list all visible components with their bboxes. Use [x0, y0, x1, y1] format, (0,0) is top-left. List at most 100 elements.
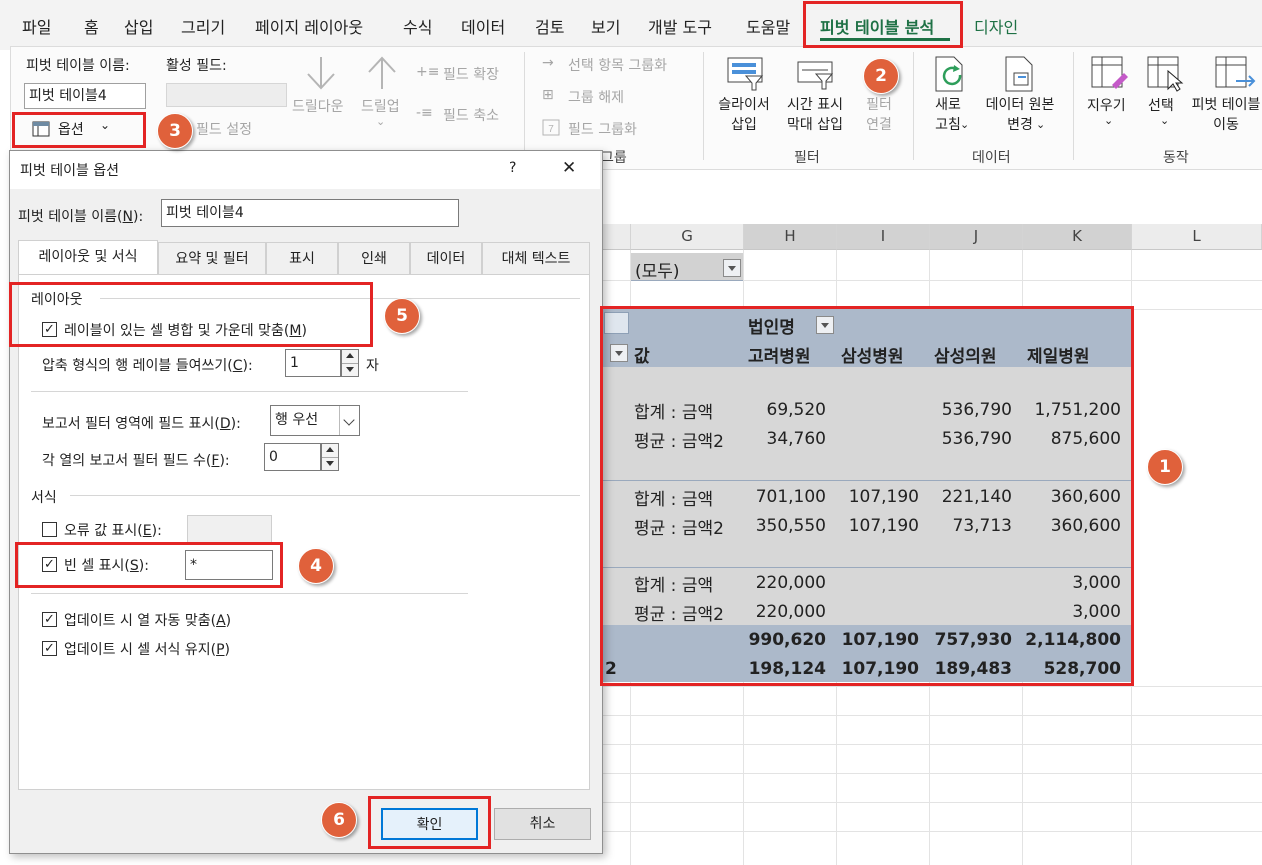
cell-value[interactable]: 34,760 — [744, 429, 826, 449]
cell-value[interactable]: 107,190 — [837, 487, 919, 507]
cell-value[interactable]: 528,700 — [1023, 659, 1121, 679]
drill-up-icon — [368, 56, 396, 89]
cell-value[interactable]: 189,483 — [930, 659, 1012, 679]
filter-connections-button[interactable]: 필터 연결 — [857, 95, 901, 135]
section-divider — [31, 593, 468, 594]
expand-field-button[interactable]: 필드 확장 — [443, 64, 499, 84]
group-field-button[interactable]: 필드 그룹화 — [568, 119, 637, 139]
cell-value[interactable]: 701,100 — [744, 487, 826, 507]
active-field-input[interactable] — [166, 83, 287, 107]
group-selection-button[interactable]: 선택 항목 그룹화 — [568, 55, 667, 75]
column-header-j[interactable]: J — [930, 224, 1023, 250]
close-icon[interactable]: ✕ — [562, 158, 576, 178]
cell-value[interactable]: 2,114,800 — [1023, 630, 1121, 650]
tab-page-layout[interactable]: 페이지 레이아웃 — [255, 14, 363, 38]
cancel-button[interactable]: 취소 — [494, 808, 591, 840]
cell-value[interactable]: 350,550 — [744, 516, 826, 536]
tab-formulas[interactable]: 수식 — [403, 14, 432, 38]
pivot-corner-cell[interactable] — [604, 312, 629, 334]
cell-value[interactable]: 536,790 — [930, 400, 1012, 420]
autofit-checkbox[interactable]: ✓ — [42, 612, 57, 627]
tab-draw[interactable]: 그리기 — [181, 14, 225, 38]
ok-button[interactable]: 확인 — [381, 808, 478, 840]
cell-value[interactable]: 73,713 — [930, 516, 1012, 536]
change-source-button[interactable]: 데이터 원본 변경 — [978, 95, 1062, 135]
options-button[interactable]: 옵션 ⌄ — [28, 116, 138, 142]
tab-developer[interactable]: 개발 도구 — [648, 14, 712, 38]
indent-spinner[interactable] — [341, 349, 359, 377]
cell-value[interactable]: 757,930 — [930, 630, 1012, 650]
column-header-k[interactable]: K — [1023, 224, 1132, 250]
column-header-h[interactable]: H — [744, 224, 837, 250]
chevron-down-icon[interactable] — [339, 406, 360, 435]
tab-layout-format[interactable]: 레이아웃 및 서식 — [18, 240, 158, 275]
step-badge-5: 5 — [384, 298, 420, 334]
cell-value[interactable]: 107,190 — [837, 630, 919, 650]
clear-button[interactable]: 지우기 — [1087, 95, 1126, 115]
empty-cells-checkbox[interactable]: ✓ — [42, 557, 57, 572]
merge-checkbox[interactable]: ✓ — [42, 322, 57, 337]
collapse-field-button[interactable]: 필드 축소 — [443, 105, 499, 125]
tab-view[interactable]: 보기 — [591, 14, 620, 38]
tab-insert[interactable]: 삽입 — [124, 14, 153, 38]
insert-timeline-button[interactable]: 시간 표시 막대 삽입 — [780, 95, 850, 135]
fields-per-col-field[interactable]: 0 — [264, 443, 321, 471]
cell-value[interactable]: 107,190 — [837, 659, 919, 679]
insert-slicer-button[interactable]: 슬라이서 삽입 — [711, 95, 777, 135]
insert-slicer-label-2: 삽입 — [731, 117, 757, 133]
tab-pivot-analyze[interactable]: 피벗 테이블 분석 — [820, 14, 934, 38]
cell-value[interactable]: 3,000 — [1023, 602, 1121, 622]
filter-dropdown-button[interactable] — [723, 259, 741, 277]
tab-file[interactable]: 파일 — [22, 14, 51, 38]
tab-data[interactable]: 데이터 — [461, 14, 505, 38]
spin-down-icon[interactable] — [322, 457, 338, 470]
cell-value[interactable]: 220,000 — [744, 602, 826, 622]
cell-value[interactable]: 360,600 — [1023, 516, 1121, 536]
pivot-name-field[interactable]: 피벗 테이블4 — [24, 83, 146, 109]
preserve-format-checkbox[interactable]: ✓ — [42, 641, 57, 656]
tab-design[interactable]: 디자인 — [974, 14, 1018, 38]
column-header-i[interactable]: I — [837, 224, 930, 250]
tab-help[interactable]: 도움말 — [746, 14, 790, 38]
cell-value[interactable]: 220,000 — [744, 573, 826, 593]
spin-up-icon[interactable] — [342, 350, 358, 363]
select-button[interactable]: 선택 — [1148, 95, 1174, 115]
cell-value[interactable]: 990,620 — [744, 630, 826, 650]
cell-value[interactable]: 107,190 — [837, 516, 919, 536]
ungroup-button[interactable]: 그룹 해제 — [568, 87, 624, 107]
tab-home[interactable]: 홈 — [84, 14, 99, 38]
dialog-name-field[interactable]: 피벗 테이블4 — [161, 199, 459, 227]
help-button[interactable]: ? — [509, 160, 516, 176]
tab-data[interactable]: 데이터 — [410, 242, 482, 274]
column-header-g[interactable]: G — [631, 224, 744, 250]
cell-value[interactable]: 875,600 — [1023, 429, 1121, 449]
drill-up-button[interactable]: 드릴업 — [361, 96, 400, 116]
column-header-l[interactable]: L — [1132, 224, 1262, 250]
indent-field[interactable]: 1 — [285, 349, 341, 377]
cell-value[interactable]: 360,600 — [1023, 487, 1121, 507]
tab-alt-text[interactable]: 대체 텍스트 — [482, 242, 590, 274]
tab-review[interactable]: 검토 — [535, 14, 564, 38]
drill-down-button[interactable]: 드릴다운 — [292, 96, 344, 116]
cell-value[interactable]: 221,140 — [930, 487, 1012, 507]
tab-printing[interactable]: 인쇄 — [338, 242, 410, 274]
cell-value[interactable]: 69,520 — [744, 400, 826, 420]
refresh-icon — [935, 56, 963, 92]
cell-value[interactable]: 1,751,200 — [1023, 400, 1121, 420]
tab-display[interactable]: 표시 — [266, 242, 338, 274]
cell-value[interactable]: 3,000 — [1023, 573, 1121, 593]
tab-totals-filters[interactable]: 요약 및 필터 — [158, 242, 266, 274]
cell-value[interactable]: 536,790 — [930, 429, 1012, 449]
error-checkbox[interactable] — [42, 522, 57, 537]
hospital-header: 삼성의원 — [934, 347, 997, 367]
fields-per-col-spinner[interactable] — [321, 443, 339, 471]
field-settings-button[interactable]: 필드 설정 — [196, 119, 252, 139]
spin-down-icon[interactable] — [342, 363, 358, 376]
row-field-dropdown[interactable] — [610, 344, 628, 362]
cell-value[interactable]: 198,124 — [744, 659, 826, 679]
column-field-dropdown[interactable] — [816, 316, 834, 334]
move-pivot-button[interactable]: 피벗 테이블 이동 — [1190, 95, 1262, 135]
column-header[interactable] — [600, 224, 631, 250]
spin-up-icon[interactable] — [322, 444, 338, 457]
empty-cells-field[interactable]: * — [185, 550, 273, 580]
